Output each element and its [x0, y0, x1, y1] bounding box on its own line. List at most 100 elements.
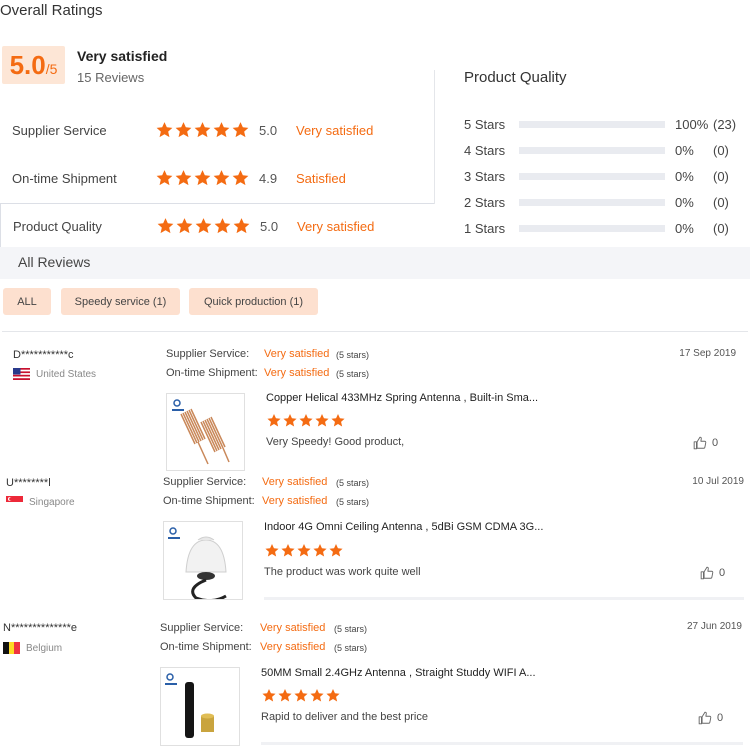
thumbs-up-icon [698, 711, 712, 725]
star-icon [298, 413, 314, 428]
star-icon [277, 688, 293, 703]
pq-count: (0) [713, 168, 729, 184]
star-icon [212, 169, 231, 187]
overall-score-max: /5 [45, 61, 58, 77]
star-icon [232, 217, 251, 235]
overall-score: 5.0 [9, 50, 46, 80]
review-date: 10 Jul 2019 [692, 476, 744, 487]
rating-stars [155, 169, 259, 187]
reviewer-country: United States [13, 368, 96, 380]
like-count: 0 [712, 437, 719, 449]
product-title-link[interactable]: Copper Helical 433MHz Spring Antenna , B… [266, 392, 538, 404]
shipment-label: On-time Shipment: [166, 367, 258, 379]
supplier-service-label: Supplier Service: [166, 348, 250, 360]
review-date: 17 Sep 2019 [679, 348, 736, 359]
like-count: 0 [719, 567, 726, 579]
filter-quick-production-button[interactable]: Quick production (1) [189, 288, 318, 315]
star-icon [194, 217, 213, 235]
flag-sg-icon [6, 496, 23, 508]
rating-label: Product Quality [13, 218, 102, 234]
flag-us-icon [13, 368, 30, 380]
supplier-service-value: Very satisfied [262, 476, 328, 488]
pq-percent: 0% [675, 168, 694, 184]
rating-value: 5.0 [259, 122, 278, 138]
pq-bar [519, 224, 665, 232]
ceiling-antenna-image [168, 527, 227, 599]
ratings-divider [434, 70, 435, 204]
pq-star-label: 3 Stars [464, 168, 506, 184]
star-icon [155, 121, 174, 139]
pq-star-label: 5 Stars [464, 116, 506, 132]
shipment-label: On-time Shipment: [163, 495, 255, 507]
pq-percent: 100% [675, 116, 709, 132]
like-button[interactable]: 0 [700, 566, 725, 580]
pq-percent: 0% [675, 142, 694, 158]
review-comment: Very Speedy! Good product, [266, 436, 405, 448]
star-icon [328, 543, 344, 558]
rating-label: On-time Shipment [12, 170, 117, 186]
star-icon [264, 543, 280, 558]
star-icon [213, 217, 232, 235]
pq-bar [519, 146, 665, 154]
shipment-value: Very satisfied [264, 367, 330, 379]
like-button[interactable]: 0 [693, 436, 718, 450]
pq-bar [519, 198, 665, 206]
star-icon [175, 217, 194, 235]
star-icon [293, 688, 309, 703]
all-reviews-header [0, 247, 750, 279]
pq-row-5[interactable]: 5 Stars 100% (23) [464, 114, 744, 134]
star-icon [193, 121, 212, 139]
pq-row-4[interactable]: 4 Stars 0% (0) [464, 140, 744, 160]
reviewer-name: U********l [6, 477, 51, 489]
rating-row-product-quality[interactable]: Product Quality 5.0 Very satisfied [0, 203, 434, 249]
star-icon [282, 413, 298, 428]
supplier-service-stars: (5 stars) [334, 624, 368, 634]
spring-antenna-image [172, 399, 230, 465]
country-name: Singapore [29, 496, 75, 508]
rating-row-on-time-shipment[interactable]: On-time Shipment 4.9 Satisfied [0, 155, 434, 201]
star-icon [174, 121, 193, 139]
overall-ratings-title: Overall Ratings [0, 2, 103, 19]
all-reviews-title: All Reviews [18, 254, 91, 270]
overall-score-badge: 5.0 /5 [2, 46, 65, 84]
country-name: Belgium [26, 642, 63, 654]
star-icon [330, 413, 346, 428]
shipment-stars: (5 stars) [334, 643, 368, 653]
supplier-service-value: Very satisfied [264, 348, 330, 360]
star-icon [174, 169, 193, 187]
overall-summary-label: Very satisfied [77, 48, 168, 64]
thumbs-up-icon [693, 436, 707, 450]
review-comment: Rapid to deliver and the best price [261, 711, 428, 723]
rating-label: Supplier Service [12, 122, 107, 138]
product-thumbnail[interactable] [160, 667, 240, 746]
reviews-divider [2, 331, 748, 332]
reviewer-name: N**************e [3, 622, 77, 634]
filter-all-button[interactable]: ALL [3, 288, 51, 315]
product-rating-stars [261, 688, 341, 703]
star-icon [266, 413, 282, 428]
pq-row-3[interactable]: 3 Stars 0% (0) [464, 166, 744, 186]
rating-text: Very satisfied [297, 218, 375, 234]
pq-count: (23) [713, 116, 737, 132]
like-button[interactable]: 0 [698, 711, 723, 725]
product-rating-stars [266, 413, 346, 428]
pq-star-label: 2 Stars [464, 194, 506, 210]
pq-star-label: 4 Stars [464, 142, 506, 158]
product-thumbnail[interactable] [163, 521, 243, 600]
reviewer-country: Singapore [6, 496, 75, 508]
product-title-link[interactable]: Indoor 4G Omni Ceiling Antenna , 5dBi GS… [264, 521, 543, 533]
stick-antenna-image [165, 673, 214, 738]
like-count: 0 [717, 712, 724, 724]
pq-row-2[interactable]: 2 Stars 0% (0) [464, 192, 744, 212]
product-title-link[interactable]: 50MM Small 2.4GHz Antenna , Straight Stu… [261, 667, 536, 679]
filter-speedy-service-button[interactable]: Speedy service (1) [61, 288, 180, 315]
product-thumbnail[interactable] [166, 393, 245, 471]
star-icon [314, 413, 330, 428]
pq-count: (0) [713, 194, 729, 210]
pq-count: (0) [713, 142, 729, 158]
supplier-service-label: Supplier Service: [160, 622, 244, 634]
flag-be-icon [3, 642, 20, 654]
rating-row-supplier-service[interactable]: Supplier Service 5.0 Very satisfied [0, 107, 434, 153]
pq-row-1[interactable]: 1 Stars 0% (0) [464, 218, 744, 238]
review-date: 27 Jun 2019 [686, 621, 742, 632]
